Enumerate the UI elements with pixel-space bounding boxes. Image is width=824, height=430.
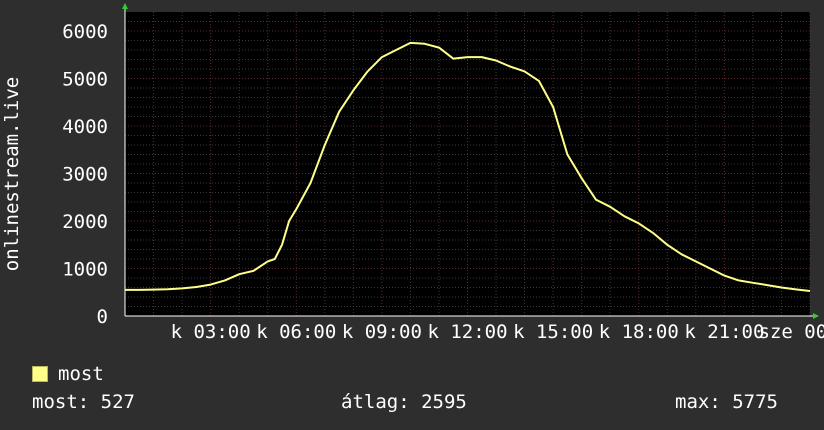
- x-tick-label: k 15:00: [513, 321, 593, 340]
- y-tick-label: 3000: [62, 164, 108, 186]
- line-chart: 0 1000 2000 3000 4000 5000 6000 k 03:00 k 06:00 k…: [1, 3, 824, 343]
- stat-average: átlag: 2595: [341, 391, 467, 413]
- x-tick-label: k 03:00: [171, 321, 251, 340]
- y-axis-label: onlinestream.live: [1, 77, 23, 271]
- y-tick-label: 1000: [62, 259, 108, 281]
- x-tick-label: k 18:00: [599, 321, 679, 340]
- legend-swatch: [32, 366, 48, 382]
- y-axis-arrow: [122, 3, 128, 9]
- legend-label: most: [58, 363, 104, 385]
- x-tick-label: k 09:00: [342, 321, 422, 340]
- chart: 0 1000 2000 3000 4000 5000 6000 k 03:00 k 06:00 k…: [0, 0, 824, 343]
- x-tick-label: k 12:00: [427, 321, 507, 340]
- legend: most: [32, 362, 104, 386]
- x-axis-arrow: [813, 313, 819, 319]
- y-tick-label: 4000: [62, 116, 108, 138]
- x-tick-label: k 21:00: [684, 321, 764, 340]
- y-tick-label: 5000: [62, 69, 108, 91]
- x-tick-label: k 06:00: [256, 321, 336, 340]
- y-tick-label: 2000: [62, 211, 108, 233]
- stat-max: max: 5775: [675, 391, 778, 413]
- y-tick-label: 6000: [62, 21, 108, 43]
- x-tick-label: sze 00:00: [759, 321, 824, 340]
- stat-current: most: 527: [32, 391, 135, 413]
- y-tick-label: 0: [97, 306, 108, 328]
